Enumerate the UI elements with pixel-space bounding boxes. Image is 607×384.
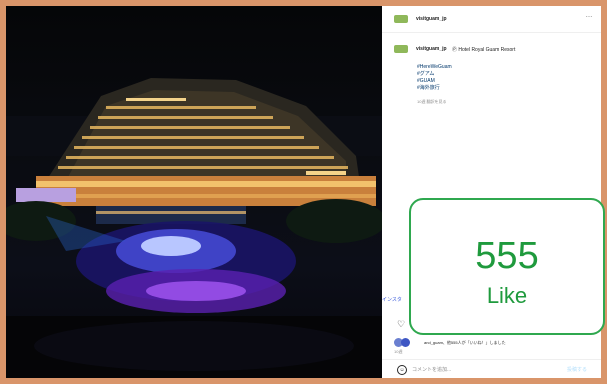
- hashtag-item[interactable]: #HereWeGuam: [417, 64, 452, 71]
- more-options-icon[interactable]: …: [586, 12, 594, 19]
- profile-avatar[interactable]: [394, 15, 408, 23]
- post-header: visitguam_jp …: [382, 6, 601, 33]
- like-count: 555: [475, 235, 539, 277]
- caption-avatar[interactable]: [394, 45, 408, 53]
- post-photo[interactable]: [6, 6, 382, 378]
- caption-meta[interactable]: 10週 翻訳を見る: [417, 99, 447, 105]
- hashtag-list: #HereWeGuam #グアム #GUAM #海外旅行: [417, 64, 452, 92]
- likes-summary[interactable]: and_guam、他555人が「いいね！」しました: [424, 340, 506, 346]
- caption-username[interactable]: visitguam_jp: [416, 46, 447, 52]
- liker-avatar[interactable]: [401, 338, 410, 347]
- post-time: 10週: [394, 349, 403, 354]
- like-count-callout: 555 Like: [409, 198, 605, 335]
- hotel-night-image: [6, 78, 382, 378]
- location-link[interactable]: Ⓟ Hotel Royal Guam Resort: [452, 46, 515, 53]
- username-link[interactable]: visitguam_jp: [416, 16, 447, 22]
- insta-label: インスタ: [382, 297, 402, 303]
- hashtag-item[interactable]: #GUAM: [417, 78, 452, 85]
- emoji-icon[interactable]: ☺: [397, 365, 407, 375]
- like-heart-icon[interactable]: ♡: [397, 319, 405, 330]
- like-label: Like: [486, 283, 528, 308]
- comment-bar: ☺ コメントを追加... 投稿する: [382, 359, 601, 378]
- hashtag-item[interactable]: #グアム: [417, 71, 452, 78]
- comment-input[interactable]: コメントを追加...: [412, 366, 451, 373]
- hashtag-item[interactable]: #海外旅行: [417, 85, 452, 92]
- post-comment-button[interactable]: 投稿する: [567, 366, 587, 373]
